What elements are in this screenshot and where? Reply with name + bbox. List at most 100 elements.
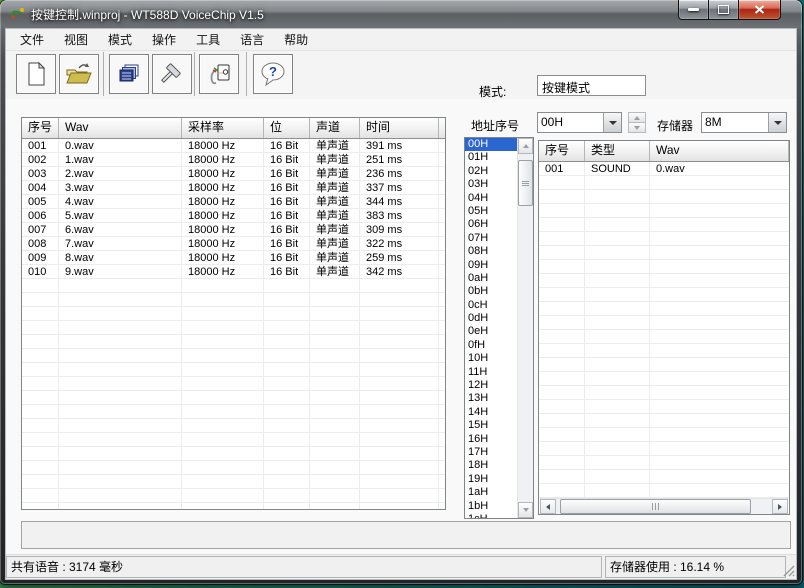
wav-row-007[interactable]: 0076.wav18000 Hz16 Bit单声道309 ms (22, 223, 445, 237)
address-combobox[interactable]: 00H (537, 112, 622, 133)
download-chip-button[interactable] (199, 54, 239, 94)
memory-combobox[interactable]: 8M (701, 112, 787, 133)
cell: 18000 Hz (182, 139, 264, 153)
wav-column-header-0[interactable]: 序号 (22, 118, 59, 138)
cell: 3.wav (59, 181, 182, 195)
address-item-12H[interactable]: 12H (465, 379, 517, 392)
menu-item-1[interactable]: 视图 (54, 30, 98, 50)
address-item-19H[interactable]: 19H (465, 473, 517, 486)
chevron-down-icon (609, 121, 617, 125)
spinner-down-button[interactable] (628, 123, 646, 133)
address-item-09H[interactable]: 09H (465, 259, 517, 272)
address-item-1aH[interactable]: 1aH (465, 486, 517, 499)
wav-column-header-3[interactable]: 位 (264, 118, 310, 138)
scroll-right-button[interactable] (772, 499, 788, 514)
voice-table-hscrollbar[interactable] (540, 498, 788, 514)
address-item-0aH[interactable]: 0aH (465, 272, 517, 285)
address-item-01H[interactable]: 01H (465, 151, 517, 164)
thumb-grip (522, 183, 529, 184)
titlebar[interactable]: 按键控制.winproj - WT588D VoiceChip V1.5 (0, 0, 802, 28)
address-item-02H[interactable]: 02H (465, 165, 517, 178)
menu-item-4[interactable]: 工具 (186, 30, 230, 50)
wav-column-header-1[interactable]: Wav (59, 118, 182, 138)
client-area: 文件视图模式操作工具语言帮助 (5, 28, 797, 580)
spinner-up-button[interactable] (628, 112, 646, 123)
address-item-00H[interactable]: 00H (465, 138, 517, 151)
address-item-17H[interactable]: 17H (465, 446, 517, 459)
address-item-0bH[interactable]: 0bH (465, 285, 517, 298)
cell: 0.wav (59, 139, 182, 153)
menu-item-6[interactable]: 帮助 (274, 30, 318, 50)
main-content: 模式: 按键模式 序号Wav采样率位声道时间 0010.wav18000 Hz1… (6, 99, 796, 554)
scroll-up-button[interactable] (518, 138, 533, 154)
address-item-11H[interactable]: 11H (465, 366, 517, 379)
scrollbar-thumb[interactable] (560, 499, 751, 514)
cell: 18000 Hz (182, 251, 264, 265)
address-scrollbar[interactable] (517, 138, 533, 518)
scrollbar-thumb[interactable] (518, 160, 533, 206)
wav-column-header-4[interactable]: 声道 (310, 118, 360, 138)
menu-item-2[interactable]: 模式 (98, 30, 142, 50)
address-item-06H[interactable]: 06H (465, 218, 517, 231)
maximize-button[interactable] (709, 0, 738, 20)
address-item-15H[interactable]: 15H (465, 419, 517, 432)
voice-column-header-0[interactable]: 序号 (539, 141, 585, 161)
wav-row-004[interactable]: 0043.wav18000 Hz16 Bit单声道337 ms (22, 181, 445, 195)
menu-item-5[interactable]: 语言 (230, 30, 274, 50)
address-item-0eH[interactable]: 0eH (465, 325, 517, 338)
wav-column-header-2[interactable]: 采样率 (182, 118, 264, 138)
voice-row-001[interactable]: 001SOUND0.wav (539, 162, 789, 176)
menu-item-3[interactable]: 操作 (142, 30, 186, 50)
menu-item-0[interactable]: 文件 (10, 30, 54, 50)
cell: 337 ms (360, 181, 439, 195)
cell: 4.wav (59, 195, 182, 209)
address-item-07H[interactable]: 07H (465, 232, 517, 245)
address-item-05H[interactable]: 05H (465, 205, 517, 218)
cell: 16 Bit (264, 153, 310, 167)
address-item-03H[interactable]: 03H (465, 178, 517, 191)
address-item-16H[interactable]: 16H (465, 433, 517, 446)
new-project-button[interactable] (16, 54, 56, 94)
address-dropdown-button[interactable] (603, 113, 621, 132)
address-item-08H[interactable]: 08H (465, 245, 517, 258)
wav-row-001[interactable]: 0010.wav18000 Hz16 Bit单声道391 ms (22, 139, 445, 153)
address-item-14H[interactable]: 14H (465, 406, 517, 419)
cell: 单声道 (310, 265, 360, 279)
close-button[interactable] (738, 0, 781, 20)
voice-column-header-1[interactable]: 类型 (585, 141, 650, 161)
wav-row-006[interactable]: 0065.wav18000 Hz16 Bit单声道383 ms (22, 209, 445, 223)
address-item-18H[interactable]: 18H (465, 459, 517, 472)
build-tool-button[interactable] (152, 54, 192, 94)
address-item-13H[interactable]: 13H (465, 392, 517, 405)
minimize-button[interactable] (678, 0, 709, 20)
wav-row-010[interactable]: 0109.wav18000 Hz16 Bit单声道342 ms (22, 265, 445, 279)
address-item-0cH[interactable]: 0cH (465, 299, 517, 312)
wav-row-002[interactable]: 0021.wav18000 Hz16 Bit单声道251 ms (22, 153, 445, 167)
wav-row-009[interactable]: 0098.wav18000 Hz16 Bit单声道259 ms (22, 251, 445, 265)
cell: 7.wav (59, 237, 182, 251)
voice-column-header-2[interactable]: Wav (650, 141, 789, 161)
address-combobox-value: 00H (538, 113, 603, 132)
memory-dropdown-button[interactable] (768, 113, 786, 132)
open-project-button[interactable] (59, 54, 99, 94)
wav-column-header-5[interactable]: 时间 (360, 118, 439, 138)
address-item-0dH[interactable]: 0dH (465, 312, 517, 325)
scroll-down-button[interactable] (518, 502, 533, 518)
cell: 单声道 (310, 167, 360, 181)
arrow-down-icon (634, 126, 640, 130)
scroll-left-button[interactable] (540, 499, 556, 514)
wav-row-008[interactable]: 0087.wav18000 Hz16 Bit单声道322 ms (22, 237, 445, 251)
resize-grip-icon[interactable] (783, 565, 795, 577)
address-item-1bH[interactable]: 1bH (465, 500, 517, 513)
address-item-04H[interactable]: 04H (465, 192, 517, 205)
address-item-0fH[interactable]: 0fH (465, 339, 517, 352)
help-button[interactable]: ? (253, 54, 293, 94)
cell: 9.wav (59, 265, 182, 279)
address-item-10H[interactable]: 10H (465, 352, 517, 365)
thumb-grip (522, 181, 529, 182)
wav-row-005[interactable]: 0054.wav18000 Hz16 Bit单声道344 ms (22, 195, 445, 209)
address-item-1cH[interactable]: 1cH (465, 513, 517, 518)
wav-row-003[interactable]: 0032.wav18000 Hz16 Bit单声道236 ms (22, 167, 445, 181)
voice-library-button[interactable] (109, 54, 149, 94)
cell: 单声道 (310, 139, 360, 153)
